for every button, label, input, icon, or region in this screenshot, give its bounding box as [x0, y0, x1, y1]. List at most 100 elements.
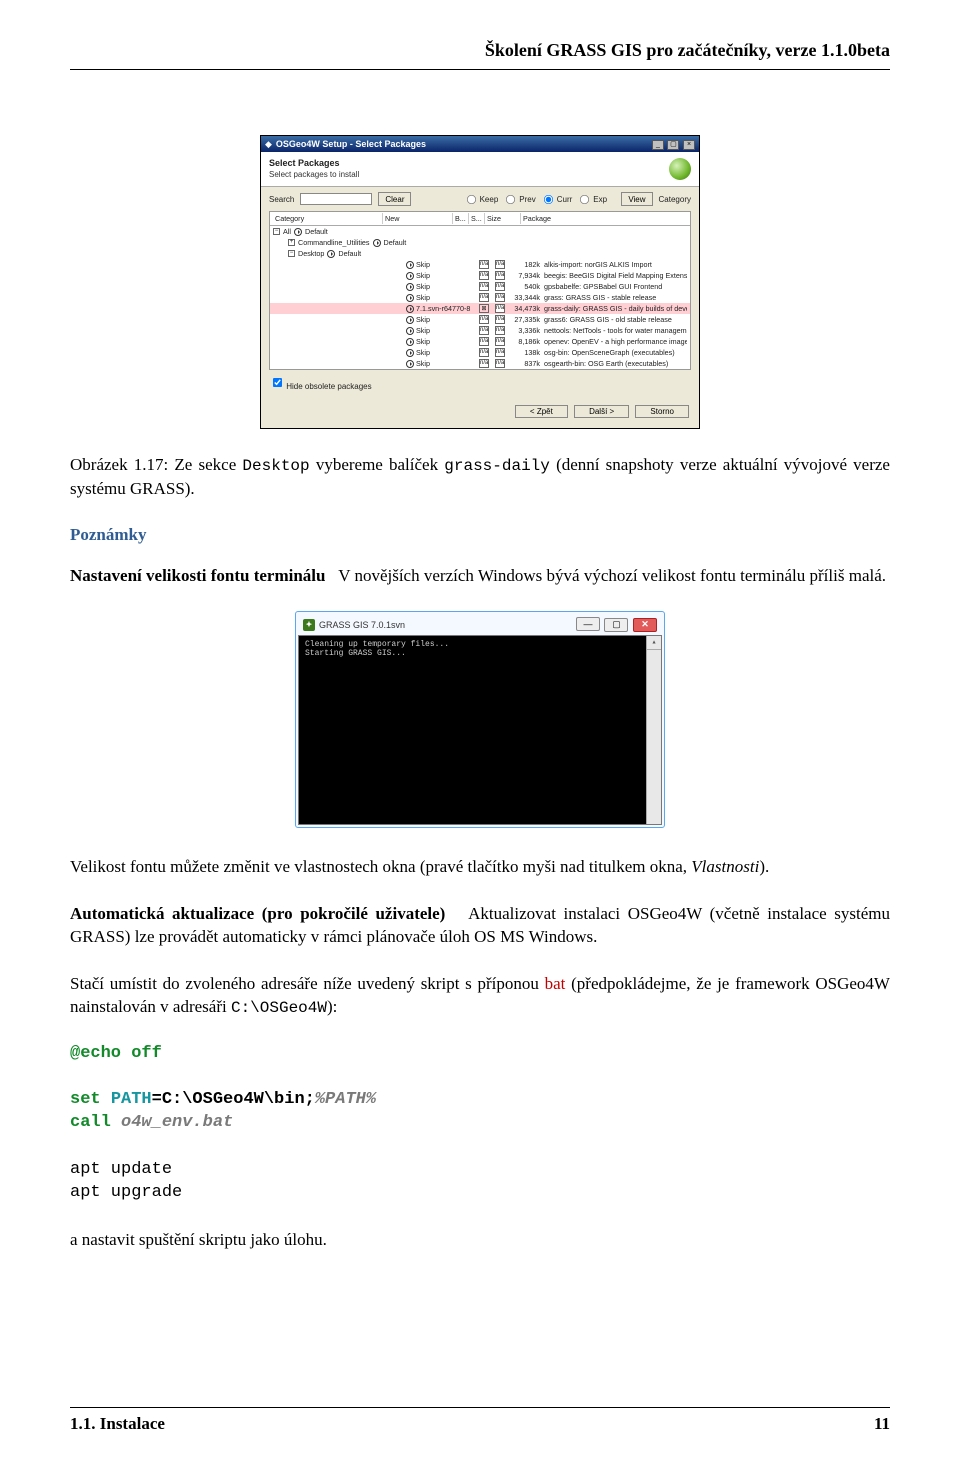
col-b[interactable]: B... — [453, 213, 469, 224]
bin-checkbox[interactable]: n/a — [479, 282, 489, 291]
cycle-icon[interactable] — [294, 228, 302, 236]
installer-head-sub: Select packages to install — [269, 170, 669, 179]
src-checkbox[interactable]: n/a — [495, 282, 505, 291]
cycle-icon[interactable] — [406, 338, 414, 346]
para-script-intro: Stačí umístit do zvoleného adresáře níže… — [70, 973, 890, 1020]
maximize-icon[interactable]: ▢ — [604, 618, 628, 632]
footer-page: 11 — [874, 1414, 890, 1434]
dialog-buttons: < Zpět Další > Storno — [261, 397, 699, 428]
src-checkbox[interactable]: n/a — [495, 293, 505, 302]
tree-toggle-icon[interactable]: − — [288, 250, 295, 257]
bin-checkbox[interactable]: n/a — [479, 326, 489, 335]
globe-icon — [669, 158, 691, 180]
footer-section: 1.1. Instalace — [70, 1414, 165, 1434]
package-row[interactable]: Skipn/an/a837kosgearth-bin: OSG Earth (e… — [270, 358, 690, 369]
radio-prev[interactable]: Prev — [504, 193, 535, 206]
maximize-icon[interactable]: ▢ — [667, 140, 679, 150]
cycle-icon[interactable] — [406, 316, 414, 324]
cycle-icon[interactable] — [406, 261, 414, 269]
src-checkbox[interactable]: n/a — [495, 359, 505, 368]
running-header: Školení GRASS GIS pro začátečníky, verze… — [70, 40, 890, 70]
next-button[interactable]: Další > — [574, 405, 629, 418]
package-row[interactable]: 7.1.svn-r64770-8⊠n/a34,473kgrass-daily: … — [270, 303, 690, 314]
terminal-line: Starting GRASS GIS... — [305, 649, 655, 658]
cat-desktop[interactable]: − Desktop Default — [270, 248, 690, 259]
grass-icon: ✦ — [303, 619, 315, 631]
bin-checkbox[interactable]: n/a — [479, 271, 489, 280]
col-category[interactable]: Category — [273, 213, 383, 224]
minimize-icon[interactable]: _ — [652, 140, 664, 150]
cycle-icon[interactable] — [406, 349, 414, 357]
page-footer: 1.1. Instalace 11 — [70, 1407, 890, 1434]
tree-toggle-icon[interactable]: − — [273, 228, 280, 235]
package-row[interactable]: Skipn/an/a3,336knettools: NetTools - too… — [270, 325, 690, 336]
search-input[interactable] — [300, 193, 372, 205]
cycle-icon[interactable] — [406, 294, 414, 302]
close-icon[interactable]: × — [683, 140, 695, 150]
package-row[interactable]: Skipn/an/a27,335kgrass6: GRASS GIS - old… — [270, 314, 690, 325]
clear-button[interactable]: Clear — [378, 192, 411, 206]
src-checkbox[interactable]: n/a — [495, 260, 505, 269]
cancel-button[interactable]: Storno — [635, 405, 689, 418]
note-font-size: Nastavení velikosti fontu terminálu V no… — [70, 565, 890, 588]
col-package[interactable]: Package — [521, 213, 687, 224]
cat-all[interactable]: − All Default — [270, 226, 690, 237]
radio-exp[interactable]: Exp — [578, 193, 607, 206]
cycle-icon[interactable] — [406, 272, 414, 280]
search-label: Search — [269, 195, 294, 204]
hide-obsolete[interactable]: Hide obsolete packages — [261, 370, 699, 397]
tree-toggle-icon[interactable]: + — [288, 239, 295, 246]
bin-checkbox[interactable]: n/a — [479, 260, 489, 269]
cat-cmdline[interactable]: + Commandline_Utilities Default — [270, 237, 690, 248]
installer-toolbar: Search Clear Keep Prev Curr Exp View Cat… — [261, 187, 699, 211]
code-block-2: apt update apt upgrade — [70, 1159, 890, 1205]
radio-curr[interactable]: Curr — [542, 193, 573, 206]
src-checkbox[interactable]: n/a — [495, 348, 505, 357]
col-s[interactable]: S... — [469, 213, 485, 224]
grid-header: Category New B... S... Size Package — [270, 212, 690, 226]
terminal-body: Cleaning up temporary files... Starting … — [298, 635, 662, 825]
bin-checkbox[interactable]: n/a — [479, 337, 489, 346]
bin-checkbox[interactable]: n/a — [479, 293, 489, 302]
cycle-icon[interactable] — [406, 305, 414, 313]
cycle-icon[interactable] — [327, 250, 335, 258]
view-button[interactable]: View — [621, 192, 652, 206]
bin-checkbox[interactable]: n/a — [479, 359, 489, 368]
package-row[interactable]: Skipn/an/a540kgpsbabelfe: GPSBabel GUI F… — [270, 281, 690, 292]
scroll-up-icon[interactable]: ▴ — [647, 636, 661, 650]
bin-checkbox[interactable]: n/a — [479, 315, 489, 324]
src-checkbox[interactable]: n/a — [495, 326, 505, 335]
bin-checkbox[interactable]: ⊠ — [479, 304, 489, 313]
col-size[interactable]: Size — [485, 213, 521, 224]
minimize-icon[interactable]: — — [576, 617, 600, 631]
close-icon[interactable]: ✕ — [633, 618, 657, 632]
window-buttons: _ ▢ × — [651, 138, 695, 150]
src-checkbox[interactable]: n/a — [495, 304, 505, 313]
col-new[interactable]: New — [383, 213, 453, 224]
package-row[interactable]: Skipn/an/a33,344kgrass: GRASS GIS - stab… — [270, 292, 690, 303]
para-auto-update: Automatická aktualizace (pro pokročilé u… — [70, 903, 890, 949]
figure-caption: Obrázek 1.17: Ze sekce Desktop vybereme … — [70, 454, 890, 501]
cycle-icon[interactable] — [406, 360, 414, 368]
package-row[interactable]: Skipn/an/a182kalkis-import: norGIS ALKIS… — [270, 259, 690, 270]
src-checkbox[interactable]: n/a — [495, 315, 505, 324]
bat-link[interactable]: bat — [545, 974, 566, 993]
view-value: Category — [659, 195, 691, 204]
src-checkbox[interactable]: n/a — [495, 271, 505, 280]
package-row[interactable]: Skipn/an/a7,934kbeegis: BeeGIS Digital F… — [270, 270, 690, 281]
package-row[interactable]: Skipn/an/a138kosg-bin: OpenSceneGraph (e… — [270, 347, 690, 358]
back-button[interactable]: < Zpět — [515, 405, 568, 418]
code-block: @echo off set PATH=C:\OSGeo4W\bin;%PATH%… — [70, 1043, 890, 1135]
cycle-icon[interactable] — [373, 239, 381, 247]
bin-checkbox[interactable]: n/a — [479, 348, 489, 357]
cycle-icon[interactable] — [406, 327, 414, 335]
package-grid: Category New B... S... Size Package − Al… — [269, 211, 691, 370]
package-row[interactable]: Skipn/an/a8,186kopenev: OpenEV - a high … — [270, 336, 690, 347]
terminal-title: GRASS GIS 7.0.1svn — [319, 620, 574, 630]
cycle-icon[interactable] — [406, 283, 414, 291]
scrollbar[interactable]: ▴ — [646, 636, 661, 824]
installer-window: ◆ OSGeo4W Setup - Select Packages _ ▢ × … — [260, 135, 700, 429]
para-change-font: Velikost fontu můžete změnit ve vlastnos… — [70, 856, 890, 879]
radio-keep[interactable]: Keep — [465, 193, 499, 206]
src-checkbox[interactable]: n/a — [495, 337, 505, 346]
